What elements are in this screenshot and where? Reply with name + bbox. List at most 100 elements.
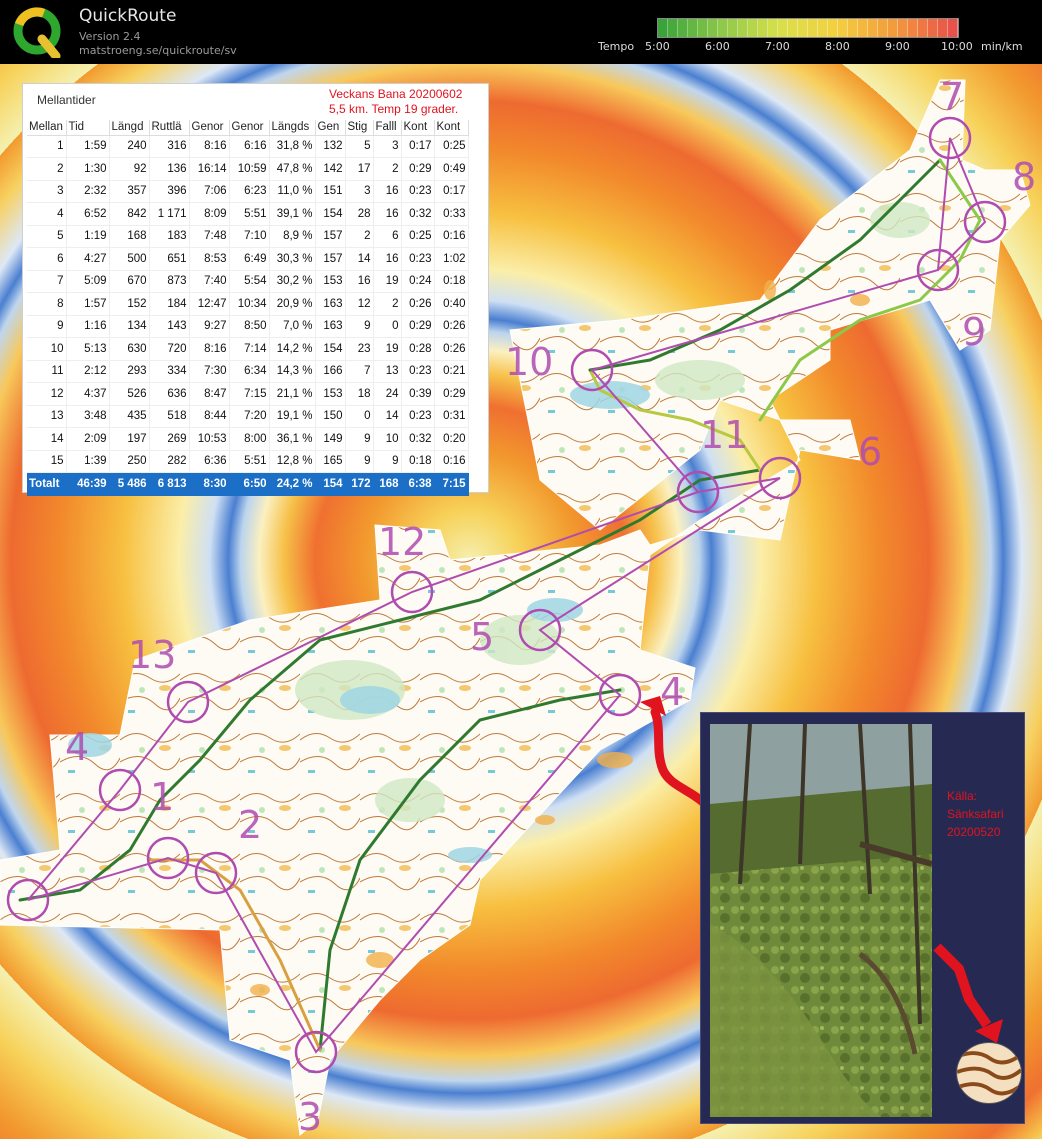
source-credit: Sänksafari [947,807,1004,821]
split-cell: 5 [345,135,374,158]
split-cell: 36,1 % [269,427,316,451]
split-cell: 8,9 % [269,225,316,248]
split-row[interactable]: 14 2:09 197 269 10:53 8:00 36,1 % 149 9 10 0:32 0:2… [27,427,469,451]
split-cell: 16:14 [189,157,230,181]
split-cell: 24 [373,382,402,406]
split-row[interactable]: 2 1:30 92 136 16:14 10:59 47,8 % 142 17 2 0:29 0:49 [27,157,469,181]
tempo-segment [768,19,778,37]
split-cell: 157 [315,247,346,271]
column-header[interactable]: Stig [345,120,374,136]
split-cell: 7:06 [189,180,230,203]
control-number: 11 [700,413,748,457]
split-cell: 0:21 [434,360,469,383]
split-cell: 20,9 % [269,292,316,316]
app-url[interactable]: matstroeng.se/quickroute/sv [79,44,237,57]
tempo-tick: 9:00 [885,40,910,53]
split-cell: 10:34 [229,292,270,316]
split-row[interactable]: 6 4:27 500 651 8:53 6:49 30,3 % 157 14 16 0:23 1:02 [27,247,469,271]
split-cell: 168 [109,225,150,248]
control-number: 13 [128,633,176,677]
total-cell: 168 [373,472,402,496]
split-cell: 18 [345,382,374,406]
split-row[interactable]: 9 1:16 134 143 9:27 8:50 7,0 % 163 9 0 0:29 0:26 [27,315,469,338]
tempo-segment [838,19,848,37]
column-header[interactable]: Gen [315,120,346,136]
column-header[interactable]: Längds [269,120,316,136]
split-cell: 197 [109,427,150,451]
column-header[interactable]: Längd [109,120,150,136]
split-row[interactable]: 4 6:52 842 1 171 8:09 5:51 39,1 % 154 28 16 0:32 0:… [27,202,469,226]
split-cell: 651 [149,247,190,271]
split-cell: 396 [149,180,190,203]
split-cell: 293 [109,360,150,383]
split-cell: 0:18 [434,270,469,293]
split-row[interactable]: 5 1:19 168 183 7:48 7:10 8,9 % 157 2 6 0:25 0:16 [27,225,469,248]
split-cell: 7:40 [189,270,230,293]
column-header[interactable]: Kont [401,120,435,136]
split-cell: 1:19 [66,225,110,248]
split-cell: 183 [149,225,190,248]
split-cell: 142 [315,157,346,181]
split-row[interactable]: 1 1:59 240 316 8:16 6:16 31,8 % 132 5 3 0:17 0:25 [27,135,469,158]
split-cell: 269 [149,427,190,451]
split-cell: 0:32 [401,427,435,451]
split-cell: 1:59 [66,135,110,158]
split-row[interactable]: 8 1:57 152 184 12:47 10:34 20,9 % 163 12 2 0:26 0:4… [27,292,469,316]
split-row[interactable]: 12 4:37 526 636 8:47 7:15 21,1 % 153 18 24 0:39 0:2… [27,382,469,406]
split-cell: 134 [109,315,150,338]
split-cell: 0:23 [401,405,435,428]
total-cell: 172 [345,472,374,496]
column-header[interactable]: Tid [66,120,110,136]
split-cell: 1 [27,135,67,158]
control-number: 7 [940,75,964,119]
split-row[interactable]: 10 5:13 630 720 8:16 7:14 14,2 % 154 23 19 0:28 0:2… [27,337,469,361]
total-cell: 6:50 [229,472,270,496]
split-cell: 7:15 [229,382,270,406]
split-cell: 0:18 [401,450,435,473]
app-version: Version 2.4 [79,30,141,43]
column-header[interactable]: Mellan [27,120,67,136]
split-cell: 630 [109,337,150,361]
split-cell: 16 [345,270,374,293]
column-header[interactable]: Falll [373,120,402,136]
column-header[interactable]: Genor [189,120,230,136]
split-cell: 92 [109,157,150,181]
split-cell: 720 [149,337,190,361]
tempo-segment [938,19,948,37]
split-cell: 19 [373,337,402,361]
split-cell: 19,1 % [269,405,316,428]
split-row[interactable]: 11 2:12 293 334 7:30 6:34 14,3 % 166 7 13 0:23 0:21 [27,360,469,383]
split-cell: 5:13 [66,337,110,361]
control-number: 5 [470,615,494,659]
split-cell: 163 [315,292,346,316]
split-cell: 0:29 [401,157,435,181]
split-cell: 2 [345,225,374,248]
split-row[interactable]: 3 2:32 357 396 7:06 6:23 11,0 % 151 3 16 0:23 0:17 [27,180,469,203]
split-cell: 9 [27,315,67,338]
tempo-segment [728,19,738,37]
split-cell: 10 [373,427,402,451]
split-row[interactable]: 13 3:48 435 518 8:44 7:20 19,1 % 150 0 14 0:23 0:31 [27,405,469,428]
split-cell: 0:25 [434,135,469,158]
split-cell: 14,3 % [269,360,316,383]
column-header[interactable]: Kont [434,120,469,136]
split-cell: 15 [27,450,67,473]
column-header[interactable]: Ruttlä [149,120,190,136]
split-cell: 10 [27,337,67,361]
total-row[interactable]: Totalt 46:39 5 486 6 813 8:30 6:50 24,2 % 154 17… [27,472,469,496]
split-row[interactable]: 15 1:39 250 282 6:36 5:51 12,8 % 165 9 9 0:18 0:16 [27,450,469,473]
split-cell: 0:32 [401,202,435,226]
split-cell: 8:16 [189,337,230,361]
tempo-segment [898,19,908,37]
tempo-segment [678,19,688,37]
split-cell: 5:51 [229,450,270,473]
tempo-tick: 6:00 [705,40,730,53]
tempo-segment [908,19,918,37]
split-cell: 8:47 [189,382,230,406]
split-cell: 16 [373,202,402,226]
tempo-segment [698,19,708,37]
split-cell: 153 [315,382,346,406]
split-row[interactable]: 7 5:09 670 873 7:40 5:54 30,2 % 153 16 19 0:24 0:18 [27,270,469,293]
tempo-segment [738,19,748,37]
column-header[interactable]: Genor [229,120,270,136]
